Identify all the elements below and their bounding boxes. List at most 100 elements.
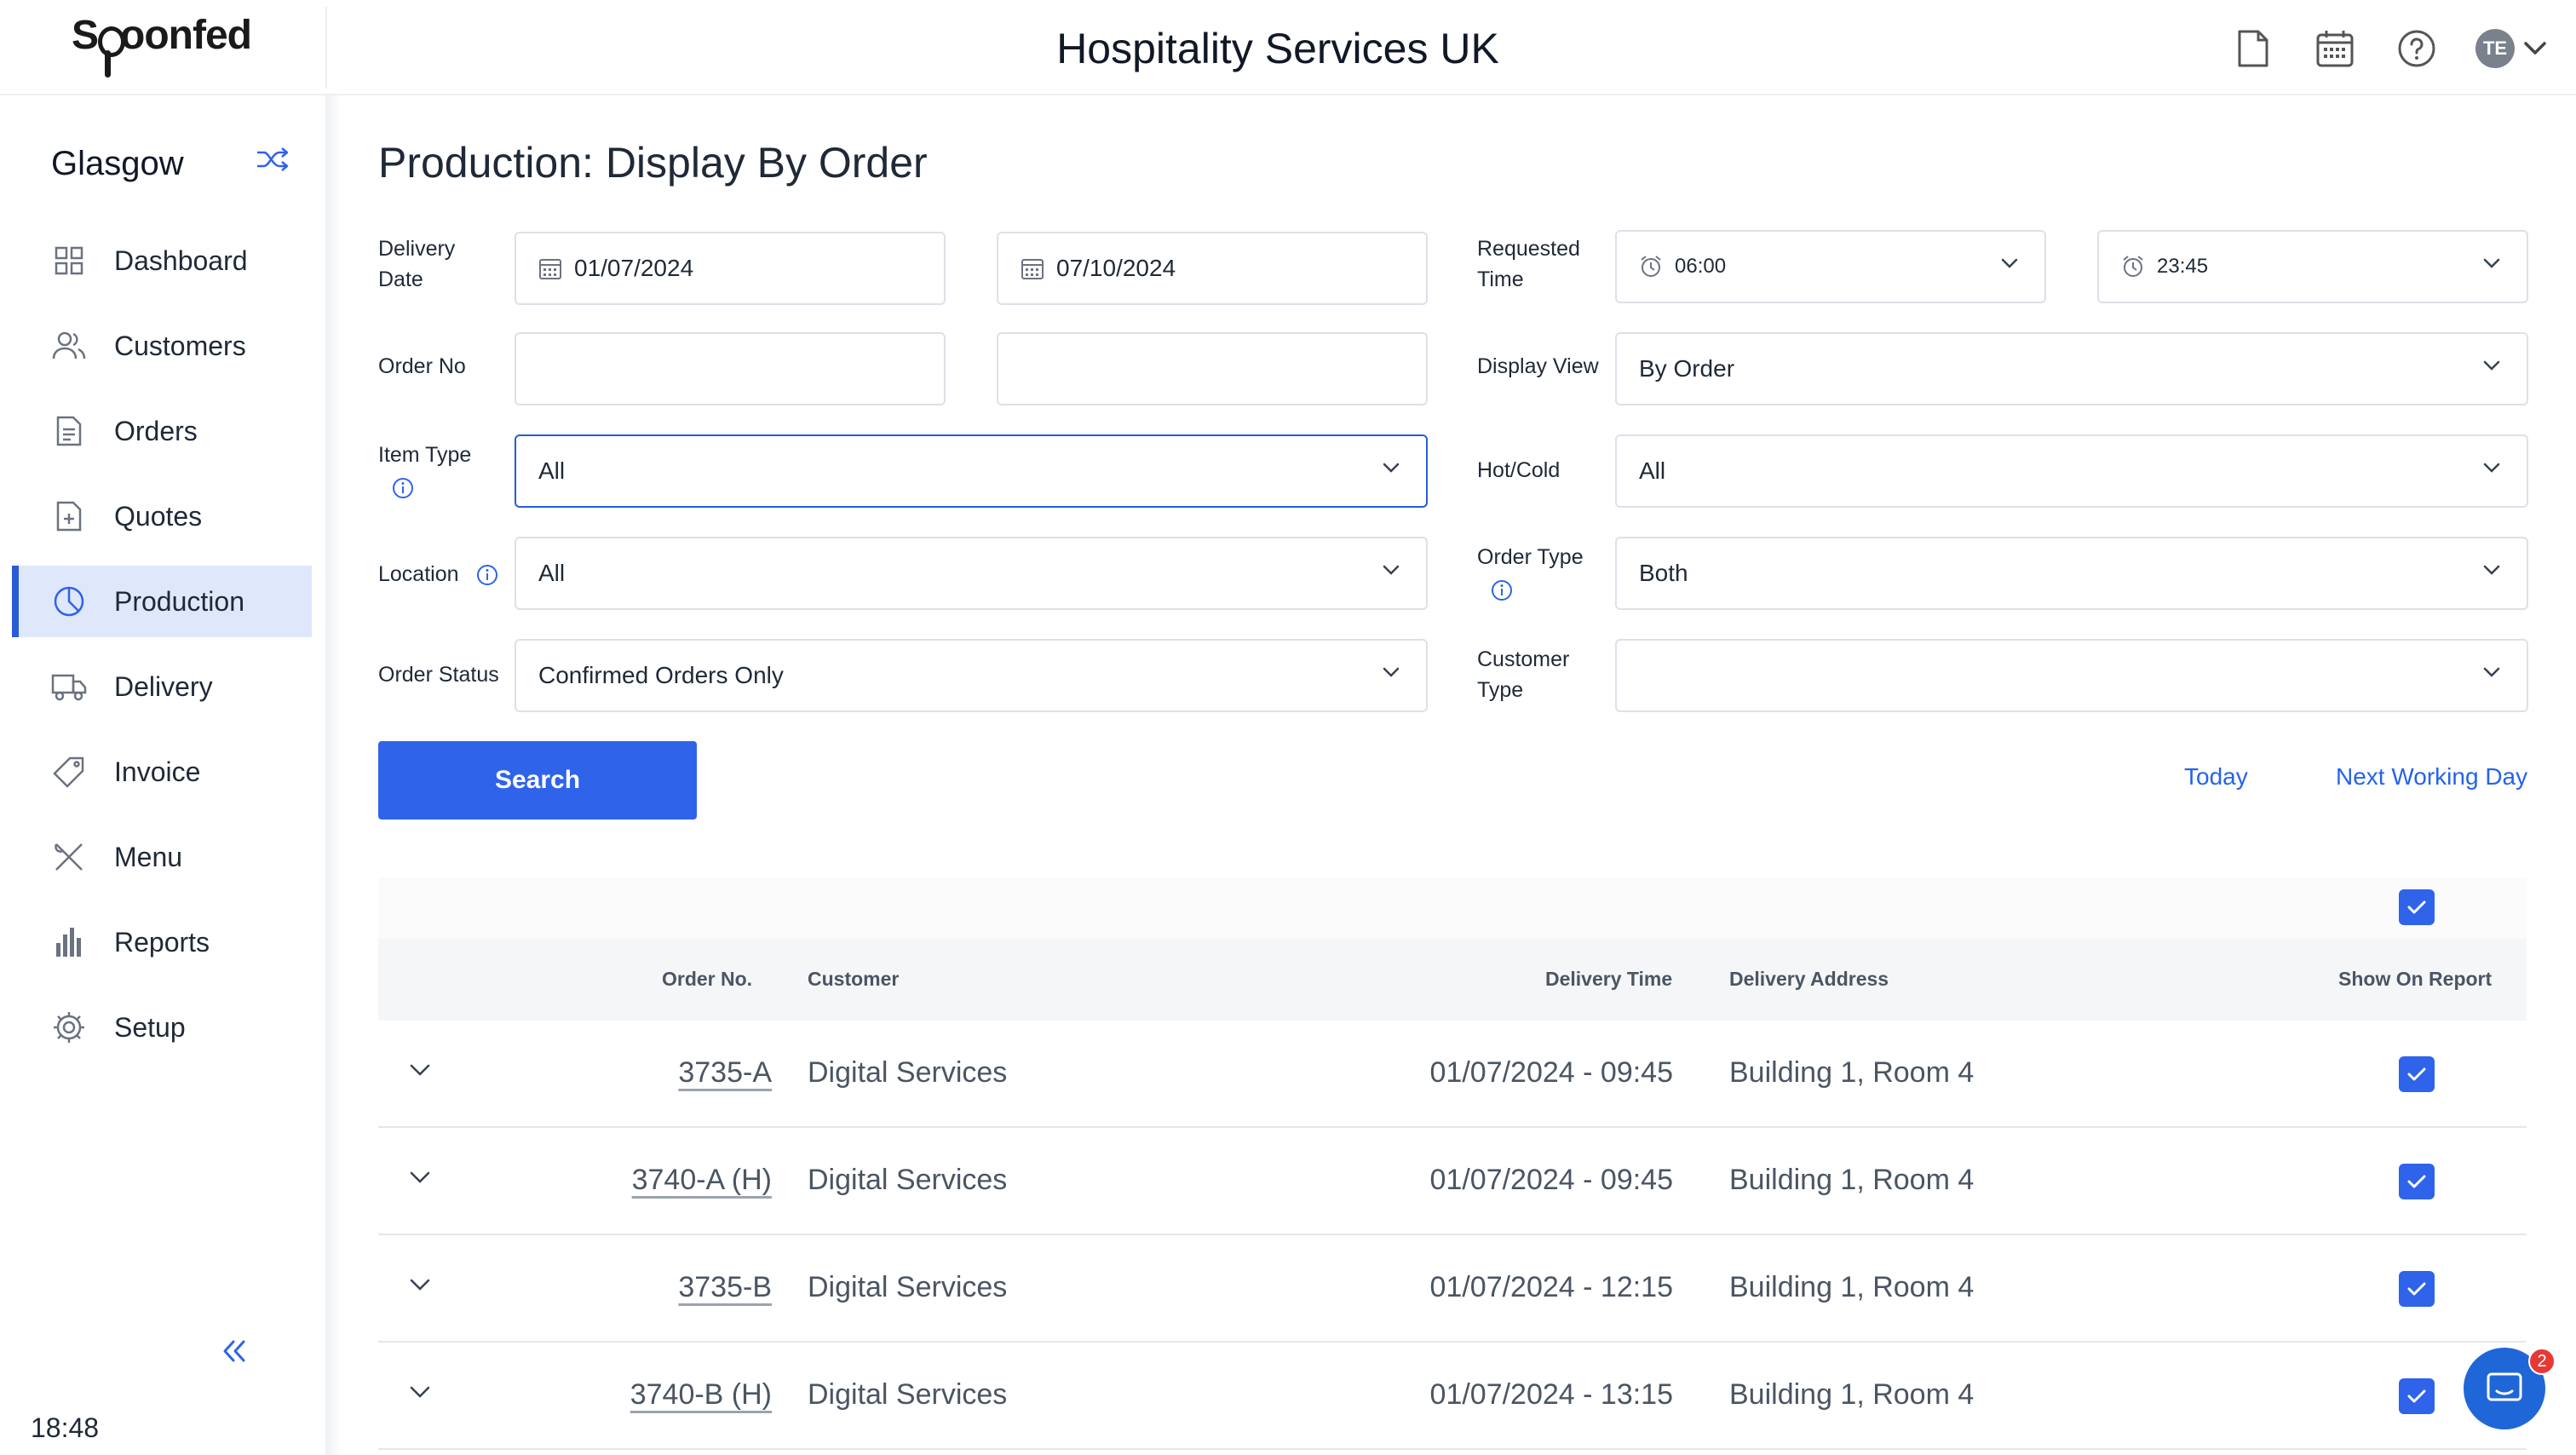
chevron-down-icon[interactable] xyxy=(409,1278,431,1291)
calendar-icon[interactable] xyxy=(2312,26,2358,72)
top-bar: Soonfed Hospitality Services UK TE xyxy=(0,0,2576,95)
item-type-label: Item Type xyxy=(378,440,471,503)
info-icon[interactable] xyxy=(392,477,414,499)
customer-type-select[interactable] xyxy=(1615,639,2528,712)
sidebar-item-reports[interactable]: Reports xyxy=(12,906,312,978)
show-on-report-checkbox[interactable] xyxy=(2399,1271,2435,1307)
item-type-value: All xyxy=(538,457,566,484)
customer-cell: Digital Services xyxy=(808,1056,1008,1089)
dashboard-icon xyxy=(51,243,87,279)
document-icon[interactable] xyxy=(2230,26,2276,72)
requested-time-from-select[interactable]: 06:00 xyxy=(1615,230,2046,303)
item-type-select[interactable]: All xyxy=(515,434,1428,508)
order-number-link[interactable]: 3735-B xyxy=(678,1271,772,1304)
menu-icon xyxy=(51,839,87,875)
column-header-customer[interactable]: Customer xyxy=(808,968,899,991)
column-header-order-no[interactable]: Order No. xyxy=(662,968,752,991)
hot-cold-label: Hot/Cold xyxy=(1477,458,1561,482)
column-header-delivery-time[interactable]: Delivery Time xyxy=(1545,968,1672,991)
sidebar: Glasgow Dashboard Customers Orders Quote… xyxy=(0,95,325,1455)
sidebar-item-label: Orders xyxy=(114,415,198,446)
calendar-icon xyxy=(1021,256,1044,280)
sidebar-nav: Dashboard Customers Orders Quotes Produc… xyxy=(0,225,325,1077)
order-no-from-input[interactable] xyxy=(515,332,946,405)
calendar-icon xyxy=(538,256,562,280)
show-on-report-checkbox[interactable] xyxy=(2399,1056,2435,1092)
customer-cell: Digital Services xyxy=(808,1271,1008,1303)
chevron-down-icon[interactable] xyxy=(409,1063,431,1077)
display-view-label: Display View xyxy=(1477,354,1599,378)
column-header-delivery-address[interactable]: Delivery Address xyxy=(1729,968,1889,991)
time-to-value: 23:45 xyxy=(2157,255,2209,278)
info-icon[interactable] xyxy=(476,564,498,586)
next-working-day-link[interactable]: Next Working Day xyxy=(2336,763,2527,791)
show-on-report-checkbox[interactable] xyxy=(2399,1378,2435,1414)
table-row: 3740-B (H) Digital Services 01/07/2024 -… xyxy=(378,1343,2527,1450)
orders-icon xyxy=(51,413,87,449)
show-on-report-checkbox[interactable] xyxy=(2399,1164,2435,1199)
avatar[interactable]: TE xyxy=(2475,29,2515,68)
order-no-to-input[interactable] xyxy=(997,332,1428,405)
order-number-link[interactable]: 3740-B (H) xyxy=(630,1378,772,1412)
sidebar-item-label: Customers xyxy=(114,330,246,361)
checkmark-icon xyxy=(2407,1282,2426,1296)
hot-cold-select[interactable]: All xyxy=(1615,434,2528,508)
sidebar-item-orders[interactable]: Orders xyxy=(12,395,312,467)
chevron-down-icon xyxy=(2483,258,2500,268)
chevron-down-icon xyxy=(2483,463,2500,473)
chevron-down-icon xyxy=(1383,667,1400,677)
delivery-time-cell: 01/07/2024 - 09:45 xyxy=(1429,1164,1673,1196)
sidebar-item-production[interactable]: Production xyxy=(12,566,312,637)
delivery-address-cell: Building 1, Room 4 xyxy=(1729,1271,1975,1303)
date-to-value: 07/10/2024 xyxy=(1056,255,1176,281)
delivery-time-cell: 01/07/2024 - 09:45 xyxy=(1429,1056,1673,1089)
help-icon[interactable] xyxy=(2394,26,2440,72)
delivery-time-cell: 01/07/2024 - 12:15 xyxy=(1429,1271,1673,1303)
sidebar-item-invoice[interactable]: Invoice xyxy=(12,736,312,808)
chevron-down-icon[interactable] xyxy=(409,1385,431,1399)
delivery-date-from-field[interactable]: 01/07/2024 xyxy=(515,232,946,305)
sidebar-item-dashboard[interactable]: Dashboard xyxy=(12,225,312,296)
checkmark-icon xyxy=(2407,1067,2426,1081)
order-no-label: Order No xyxy=(378,354,466,378)
order-status-label: Order Status xyxy=(378,663,499,687)
user-menu[interactable]: TE xyxy=(2475,29,2547,68)
order-type-select[interactable]: Both xyxy=(1615,537,2528,610)
delivery-time-cell: 01/07/2024 - 13:15 xyxy=(1429,1378,1673,1411)
hot-cold-value: All xyxy=(1639,457,1666,484)
sidebar-item-customers[interactable]: Customers xyxy=(12,310,312,382)
info-icon[interactable] xyxy=(1491,579,1513,601)
today-link[interactable]: Today xyxy=(2184,763,2248,791)
location-select[interactable]: All xyxy=(515,537,1428,610)
sidebar-item-setup[interactable]: Setup xyxy=(12,992,312,1063)
sidebar-item-label: Quotes xyxy=(114,500,203,532)
clock: 18:48 xyxy=(31,1412,100,1443)
alarm-clock-icon xyxy=(1639,255,1663,279)
table-header: Order No. Customer Delivery Time Deliver… xyxy=(378,939,2527,1021)
chevron-down-icon[interactable] xyxy=(2523,41,2547,56)
chevron-down-icon[interactable] xyxy=(409,1170,431,1184)
sidebar-item-label: Invoice xyxy=(114,756,201,787)
order-type-label: Order Type xyxy=(1477,542,1584,605)
sidebar-item-quotes[interactable]: Quotes xyxy=(12,480,312,552)
order-status-value: Confirmed Orders Only xyxy=(538,662,784,688)
sidebar-item-delivery[interactable]: Delivery xyxy=(12,651,312,722)
notification-badge: 2 xyxy=(2528,1348,2556,1375)
chevron-down-icon xyxy=(1383,463,1400,473)
column-header-show-on-report[interactable]: Show On Report xyxy=(2338,968,2492,991)
display-view-select[interactable]: By Order xyxy=(1615,332,2528,405)
search-button[interactable]: Search xyxy=(378,741,697,820)
select-all-checkbox[interactable] xyxy=(2399,889,2435,925)
order-status-select[interactable]: Confirmed Orders Only xyxy=(515,639,1428,712)
delivery-address-cell: Building 1, Room 4 xyxy=(1729,1056,1975,1089)
sidebar-item-menu[interactable]: Menu xyxy=(12,821,312,893)
requested-time-to-select[interactable]: 23:45 xyxy=(2097,230,2528,303)
checkmark-icon xyxy=(2407,900,2426,914)
order-number-link[interactable]: 3735-A xyxy=(678,1056,772,1090)
shuffle-icon[interactable] xyxy=(256,147,290,176)
collapse-sidebar-icon[interactable] xyxy=(221,1339,247,1367)
order-type-value: Both xyxy=(1639,560,1688,586)
order-number-link[interactable]: 3740-A (H) xyxy=(632,1164,772,1197)
delivery-date-to-field[interactable]: 07/10/2024 xyxy=(997,232,1428,305)
spoonfed-logo[interactable]: Soonfed xyxy=(72,12,252,78)
